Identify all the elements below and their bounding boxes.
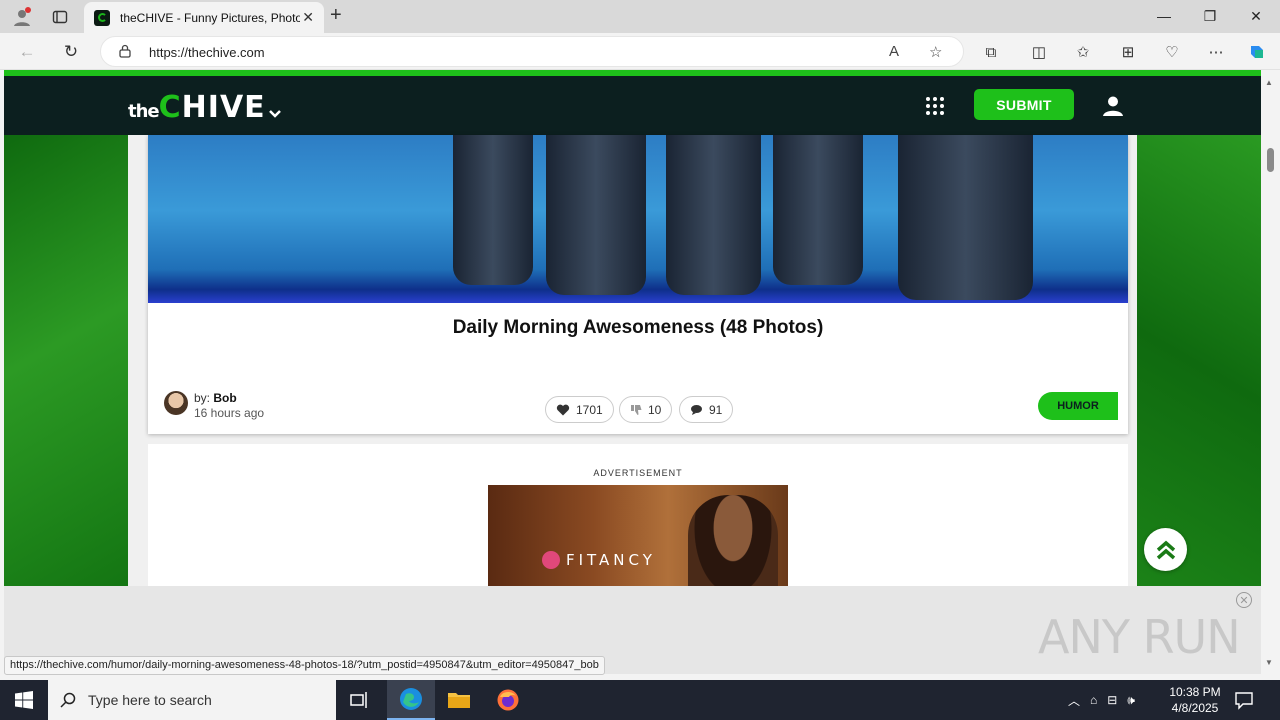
tab-actions-icon[interactable] bbox=[48, 5, 72, 29]
file-explorer-icon[interactable] bbox=[435, 680, 483, 720]
profile-icon[interactable] bbox=[10, 5, 34, 29]
windows-taskbar: Type here to search ︿ ⌂ ⊟ 🕪 10:38 PM 4/8… bbox=[0, 680, 1280, 720]
tab-close-icon[interactable]: ✕ bbox=[302, 9, 314, 26]
thumbs-down-icon bbox=[631, 404, 642, 415]
post-hero-image[interactable] bbox=[148, 135, 1128, 303]
page-scrollbar[interactable]: ▲ ▼ bbox=[1261, 70, 1280, 674]
notifications-icon[interactable] bbox=[1234, 690, 1254, 710]
thechive-favicon-icon bbox=[94, 9, 110, 26]
start-button[interactable] bbox=[0, 680, 48, 720]
more-menu-icon[interactable]: ⋯ bbox=[1204, 40, 1228, 64]
advertisement-box: ADVERTISEMENT FITANCY bbox=[148, 444, 1128, 586]
user-account-icon[interactable] bbox=[1102, 95, 1124, 117]
post-card[interactable]: Daily Morning Awesomeness (48 Photos) by… bbox=[148, 135, 1128, 434]
show-hidden-icons-icon[interactable]: ︿ bbox=[1068, 692, 1080, 709]
clock-date: 4/8/2025 bbox=[1171, 701, 1219, 715]
anyrun-watermark: ANY RUN bbox=[1038, 610, 1241, 664]
edge-taskbar-icon[interactable] bbox=[387, 680, 435, 720]
apps-grid-icon[interactable] bbox=[926, 97, 944, 115]
minimize-icon[interactable]: — bbox=[1141, 4, 1187, 28]
background-right bbox=[1137, 135, 1261, 586]
split-screen-icon[interactable]: ◫ bbox=[1027, 40, 1051, 64]
browser-tab-bar: theCHIVE - Funny Pictures, Photos ✕ + — … bbox=[0, 0, 1280, 33]
post-title[interactable]: Daily Morning Awesomeness (48 Photos) bbox=[148, 317, 1128, 339]
heart-icon bbox=[556, 404, 570, 415]
scroll-down-arrow-icon[interactable]: ▼ bbox=[1265, 658, 1273, 667]
logo-hive: HIVE bbox=[181, 90, 266, 125]
favorites-icon[interactable]: ✩ bbox=[1071, 40, 1095, 64]
comment-icon bbox=[691, 404, 702, 415]
author-byline: by: Bob bbox=[194, 391, 237, 405]
status-bar-url: https://thechive.com/humor/daily-morning… bbox=[4, 656, 605, 675]
url-text[interactable]: https://thechive.com bbox=[149, 45, 265, 60]
browser-essentials-icon[interactable]: ♡ bbox=[1160, 40, 1184, 64]
task-view-icon[interactable] bbox=[336, 680, 384, 720]
author-name[interactable]: Bob bbox=[213, 391, 236, 405]
extensions-icon[interactable]: ⧉ bbox=[979, 40, 1003, 64]
read-aloud-icon[interactable]: A bbox=[889, 43, 899, 60]
content-column: Daily Morning Awesomeness (48 Photos) by… bbox=[128, 135, 1137, 586]
thechive-logo[interactable]: theCHIVE bbox=[128, 90, 266, 125]
usb-device-icon[interactable]: ⌂ bbox=[1090, 693, 1097, 707]
network-icon[interactable]: ⊟ bbox=[1107, 693, 1117, 707]
taskbar-search[interactable]: Type here to search bbox=[48, 680, 336, 720]
scroll-to-top-button[interactable] bbox=[1144, 528, 1187, 571]
chevron-down-icon[interactable] bbox=[268, 106, 282, 122]
comment-count: 91 bbox=[709, 402, 723, 417]
browser-toolbar: ← ↻ https://thechive.com A ☆ ⧉ ◫ ✩ ⊞ ♡ ⋯ bbox=[0, 33, 1280, 70]
ad-brand-logo: FITANCY bbox=[542, 551, 656, 569]
refresh-icon[interactable]: ↻ bbox=[58, 39, 84, 65]
ad-brand-text: FITANCY bbox=[566, 551, 656, 569]
close-window-icon[interactable]: ✕ bbox=[1233, 4, 1279, 28]
post-time: 16 hours ago bbox=[194, 406, 265, 420]
copilot-icon[interactable] bbox=[1245, 40, 1269, 64]
ad-model-image bbox=[688, 495, 778, 586]
volume-icon[interactable]: 🕪 bbox=[1127, 693, 1135, 708]
background-left bbox=[4, 135, 128, 586]
search-placeholder: Type here to search bbox=[88, 692, 212, 708]
author-avatar[interactable] bbox=[164, 391, 188, 415]
tab-title: theCHIVE - Funny Pictures, Photos bbox=[120, 10, 300, 25]
submit-button[interactable]: SUBMIT bbox=[974, 89, 1074, 120]
category-badge-humor[interactable]: HUMOR bbox=[1038, 392, 1118, 420]
system-tray: ︿ ⌂ ⊟ 🕪 bbox=[1068, 680, 1135, 720]
ad-label: ADVERTISEMENT bbox=[593, 468, 683, 478]
site-header: theCHIVE SUBMIT bbox=[4, 76, 1261, 135]
page-viewport: theCHIVE SUBMIT Daily Morning Awesomenes… bbox=[4, 70, 1261, 586]
close-ad-icon[interactable]: ✕ bbox=[1236, 592, 1252, 608]
collections-icon[interactable]: ⊞ bbox=[1116, 40, 1140, 64]
logo-c: C bbox=[158, 90, 182, 125]
fitancy-mark-icon bbox=[542, 551, 560, 569]
scroll-up-arrow-icon[interactable]: ▲ bbox=[1265, 78, 1273, 87]
windows-logo-icon bbox=[15, 691, 33, 709]
like-count: 1701 bbox=[576, 402, 603, 417]
dislike-button[interactable]: 10 bbox=[619, 396, 673, 423]
restore-icon[interactable]: ❐ bbox=[1187, 4, 1233, 28]
tab-thechive[interactable]: theCHIVE - Funny Pictures, Photos ✕ bbox=[84, 2, 324, 33]
double-chevron-up-icon bbox=[1156, 540, 1175, 559]
logo-the: the bbox=[128, 101, 160, 122]
scrollbar-thumb[interactable] bbox=[1267, 148, 1274, 172]
lock-icon[interactable] bbox=[119, 44, 131, 58]
search-icon bbox=[60, 692, 76, 708]
favorite-star-icon[interactable]: ☆ bbox=[929, 43, 942, 61]
address-bar[interactable]: https://thechive.com A ☆ bbox=[100, 36, 964, 67]
comments-button[interactable]: 91 bbox=[679, 396, 734, 423]
back-icon[interactable]: ← bbox=[14, 39, 40, 65]
clock-time: 10:38 PM bbox=[1169, 685, 1221, 699]
by-prefix: by: bbox=[194, 391, 211, 405]
ad-image[interactable]: FITANCY bbox=[488, 485, 788, 586]
taskbar-clock[interactable]: 10:38 PM 4/8/2025 bbox=[1166, 684, 1224, 716]
like-button[interactable]: 1701 bbox=[545, 396, 614, 423]
new-tab-icon[interactable]: + bbox=[330, 4, 342, 27]
firefox-icon[interactable] bbox=[484, 680, 532, 720]
dislike-count: 10 bbox=[648, 402, 662, 417]
